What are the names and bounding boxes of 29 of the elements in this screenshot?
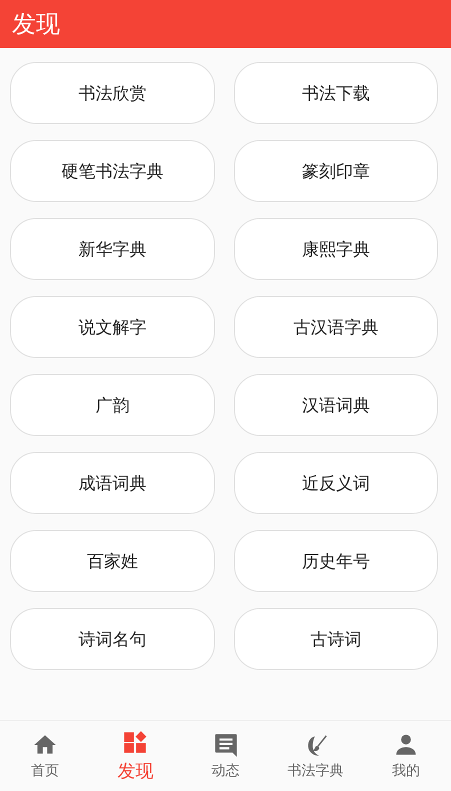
nav-label: 首页	[31, 762, 60, 780]
menu-button[interactable]: 诗词名句	[10, 608, 214, 670]
menu-button[interactable]: 汉语词典	[234, 374, 438, 436]
nav-tab[interactable]: 书法字典	[270, 721, 361, 791]
nav-label: 动态	[212, 762, 240, 780]
menu-button[interactable]: 历史年号	[234, 530, 438, 592]
menu-button[interactable]: 百家姓	[10, 530, 214, 592]
chat-icon	[212, 732, 238, 758]
nav-label: 发现	[117, 760, 154, 783]
nav-label: 书法字典	[288, 762, 344, 780]
nav-label: 我的	[392, 762, 420, 780]
menu-button[interactable]: 康熙字典	[234, 218, 438, 280]
page-title: 发现	[12, 9, 60, 40]
menu-button[interactable]: 古诗词	[234, 608, 438, 670]
menu-button[interactable]: 篆刻印章	[234, 140, 438, 202]
menu-button[interactable]: 硬笔书法字典	[10, 140, 214, 202]
nav-tab[interactable]: 首页	[0, 721, 90, 791]
menu-button[interactable]: 近反义词	[234, 452, 438, 514]
menu-button[interactable]: 书法欣赏	[10, 62, 214, 124]
menu-button[interactable]: 新华字典	[10, 218, 214, 280]
nav-tab[interactable]: 动态	[180, 721, 271, 791]
menu-button[interactable]: 古汉语字典	[234, 296, 438, 358]
menu-button[interactable]: 广韵	[10, 374, 214, 436]
menu-button[interactable]: 成语词典	[10, 452, 214, 514]
grid-icon	[122, 729, 148, 755]
menu-button[interactable]: 书法下载	[234, 62, 438, 124]
nav-tab[interactable]: 我的	[360, 721, 451, 791]
nav-tab[interactable]: 发现	[90, 721, 180, 791]
menu-button[interactable]: 说文解字	[10, 296, 214, 358]
